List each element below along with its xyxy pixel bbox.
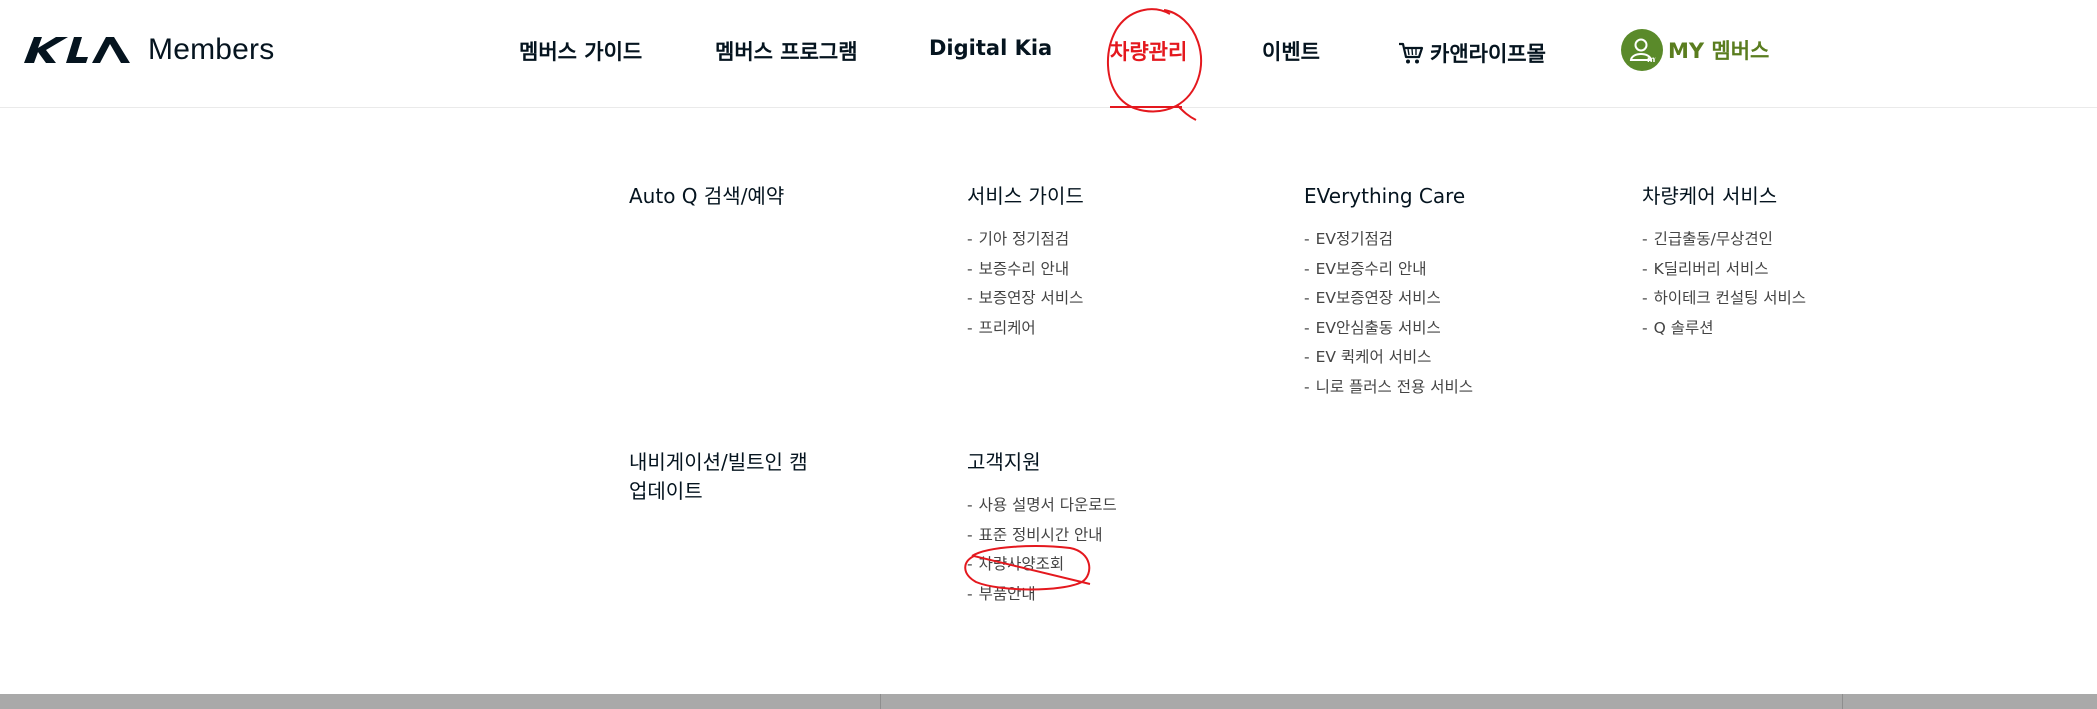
dash: -	[1304, 377, 1310, 396]
menu-link[interactable]: - EV보증연장 서비스	[1304, 284, 1473, 314]
menu-link-label: 보증수리 안내	[978, 259, 1070, 278]
menu-link[interactable]: - 부품안내	[967, 580, 1117, 610]
dash: -	[1642, 318, 1648, 337]
menu-link-label: 기아 정기점검	[978, 230, 1070, 248]
menu-col-navigation-update: 내비게이션/빌트인 캠 업데이트	[629, 448, 829, 506]
menu-link-label: Q 솔루션	[1653, 318, 1714, 337]
menu-link-label: 부품안내	[978, 584, 1036, 603]
menu-link[interactable]: - 사용 설명서 다운로드	[967, 491, 1117, 521]
menu-link[interactable]: -Q 솔루션	[1642, 314, 1806, 344]
menu-link[interactable]: - EV보증수리 안내	[1304, 255, 1473, 285]
menu-col-service-guide: 서비스 가이드 - 기아 정기점검 - 보증수리 안내 - 보증연장 서비스 - 프리케…	[967, 182, 1084, 359]
dash: -	[967, 584, 973, 603]
menu-link[interactable]: - 하이테크 컨설팅 서비스	[1642, 284, 1806, 314]
menu-title-service-guide[interactable]: 서비스 가이드	[967, 182, 1084, 211]
menu-link[interactable]: - 긴급출동/무상견인	[1642, 225, 1806, 255]
car-care-list: - 긴급출동/무상견인 - K딜리버리 서비스 - 하이테크 컨설팅 서비스 -Q 솔…	[1642, 225, 1806, 343]
menu-link[interactable]: - K딜리버리 서비스	[1642, 255, 1806, 285]
dash: -	[1304, 348, 1310, 367]
dash: -	[1642, 259, 1648, 278]
user-avatar-icon: my	[1621, 29, 1663, 71]
menu-link-label: 차량사양조회	[978, 555, 1065, 574]
dash: -	[1642, 289, 1648, 308]
menu-col-auto-q: Auto Q 검색/예약	[629, 182, 784, 211]
menu-link-label: 하이테크 컨설팅 서비스	[1653, 289, 1807, 308]
shopping-cart-icon	[1399, 42, 1424, 64]
dash: -	[967, 525, 973, 544]
active-nav-underline	[1110, 106, 1182, 108]
logo-text: Members	[148, 33, 275, 66]
dash: -	[967, 289, 973, 308]
kia-logo-icon	[24, 37, 130, 63]
nav-event[interactable]: 이벤트	[1262, 36, 1320, 66]
nav-car-and-life-mall[interactable]: 카앤라이프몰	[1398, 38, 1546, 68]
menu-link-label: 표준 정비시간 안내	[978, 525, 1103, 544]
nav-members-guide[interactable]: 멤버스 가이드	[519, 36, 642, 66]
menu-title-customer-support[interactable]: 고객지원	[967, 448, 1117, 477]
menu-link-label: EV보증연장 서비스	[1315, 289, 1441, 308]
menu-title-auto-q[interactable]: Auto Q 검색/예약	[629, 182, 784, 211]
menu-col-customer-support: 고객지원 - 사용 설명서 다운로드 - 표준 정비시간 안내 - 차량사양조회 -부…	[967, 448, 1117, 625]
bottom-bar	[0, 694, 2097, 709]
menu-link-vehicle-spec[interactable]: - 차량사양조회	[967, 550, 1117, 580]
menu-link-label: EV 퀵케어 서비스	[1315, 348, 1432, 367]
dash: -	[1304, 318, 1310, 337]
my-members-button[interactable]: my MY 멤버스	[1621, 29, 1769, 71]
menu-link[interactable]: - 기아 정기점검	[967, 225, 1084, 255]
menu-link-label: EV정기점검	[1315, 230, 1394, 248]
dash: -	[967, 318, 973, 337]
nav-members-program[interactable]: 멤버스 프로그램	[715, 36, 858, 66]
bottom-divider	[880, 694, 881, 709]
everything-care-list: - EV정기점검 - EV보증수리 안내 - EV보증연장 서비스 - EV안심출동 서…	[1304, 225, 1473, 403]
menu-link-label: 긴급출동/무상견인	[1653, 230, 1773, 248]
menu-title-everything-care[interactable]: EVerything Care	[1304, 182, 1473, 211]
header: Members 멤버스 가이드 멤버스 프로그램 Digital Kia 차량관…	[0, 0, 2097, 108]
bottom-divider	[1842, 694, 1843, 709]
service-guide-list: - 기아 정기점검 - 보증수리 안내 - 보증연장 서비스 - 프리케어	[967, 225, 1084, 343]
dash: -	[1304, 289, 1310, 308]
menu-col-car-care: 차량케어 서비스 - 긴급출동/무상견인 - K딜리버리 서비스 - 하이테크 컨설팅…	[1642, 182, 1806, 359]
menu-link[interactable]: - EV정기점검	[1304, 225, 1473, 255]
menu-link-label: 보증연장 서비스	[978, 289, 1084, 308]
dash: -	[967, 230, 973, 248]
menu-title-navigation-update[interactable]: 내비게이션/빌트인 캠 업데이트	[629, 448, 829, 506]
dash: -	[967, 496, 973, 514]
my-members-label: MY 멤버스	[1668, 39, 1770, 63]
dash: -	[967, 259, 973, 278]
menu-link[interactable]: - 니로 플러스 전용 서비스	[1304, 373, 1473, 403]
dash: -	[1304, 230, 1310, 248]
menu-link-label: K딜리버리 서비스	[1653, 259, 1769, 278]
dash: -	[1304, 259, 1310, 278]
menu-link-label: EV안심출동 서비스	[1315, 318, 1441, 337]
nav-digital-kia[interactable]: Digital Kia	[929, 36, 1052, 60]
customer-support-list: - 사용 설명서 다운로드 - 표준 정비시간 안내 - 차량사양조회 - 부품안내	[967, 491, 1117, 609]
menu-link-label: 사용 설명서 다운로드	[978, 496, 1117, 514]
menu-link[interactable]: - 프리케어	[967, 314, 1084, 344]
menu-link[interactable]: - 보증수리 안내	[967, 255, 1084, 285]
menu-link-label: EV보증수리 안내	[1315, 259, 1427, 278]
cart-label: 카앤라이프몰	[1430, 42, 1546, 66]
menu-link[interactable]: - 보증연장 서비스	[967, 284, 1084, 314]
dash: -	[1642, 230, 1648, 248]
menu-title-car-care[interactable]: 차량케어 서비스	[1642, 182, 1806, 211]
menu-link[interactable]: - EV안심출동 서비스	[1304, 314, 1473, 344]
menu-link[interactable]: - 표준 정비시간 안내	[967, 521, 1117, 551]
menu-col-everything-care: EVerything Care - EV정기점검 - EV보증수리 안내 - EV보증…	[1304, 182, 1473, 419]
kia-members-logo[interactable]: Members	[22, 32, 274, 68]
menu-link-label: 니로 플러스 전용 서비스	[1315, 377, 1473, 396]
svg-text:my: my	[1647, 55, 1656, 64]
menu-link-label: 프리케어	[978, 318, 1036, 337]
menu-link[interactable]: - EV 퀵케어 서비스	[1304, 343, 1473, 373]
dash: -	[967, 555, 973, 574]
nav-vehicle-management[interactable]: 차량관리	[1110, 36, 1187, 66]
